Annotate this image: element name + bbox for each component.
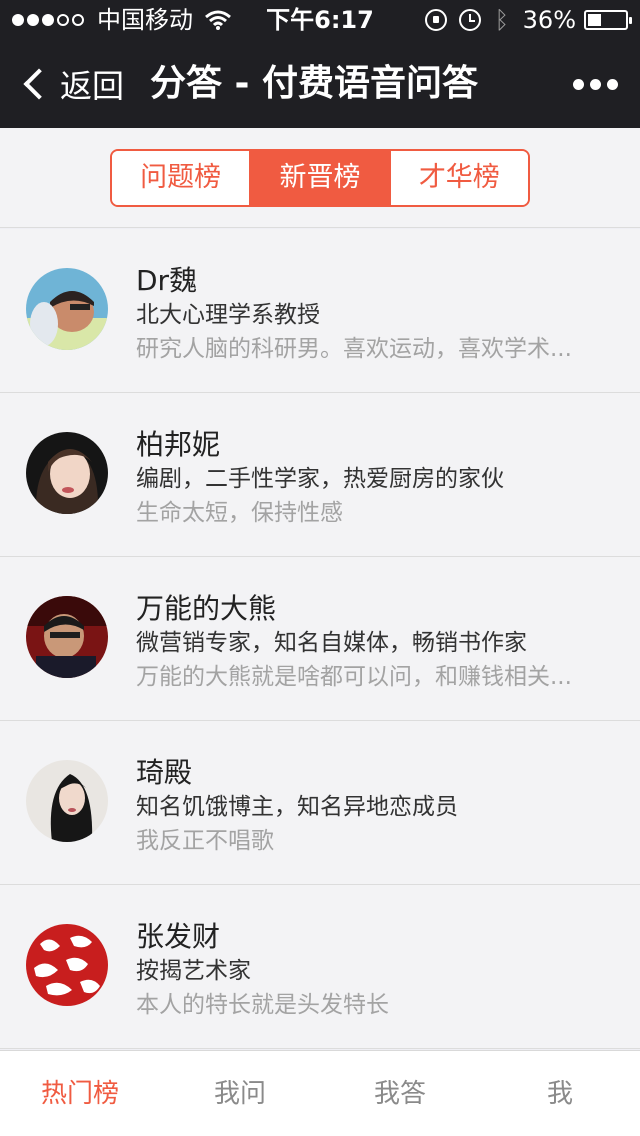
list-item[interactable]: 张发财 按揭艺术家 本人的特长就是头发特长 <box>0 885 640 1049</box>
segment-area: 问题榜 新晋榜 才华榜 <box>0 128 640 228</box>
more-dots-icon <box>573 78 584 90</box>
tab-me[interactable]: 我 <box>480 1051 640 1136</box>
top-bar: 中国移动 下午6:17 ᛒ 36% 返回 分答 - 付费语音问答 <box>0 0 640 128</box>
item-title: 北大心理学系教授 <box>136 302 320 328</box>
item-name: 张发财 <box>136 920 221 953</box>
item-description: 生命太短，保持性感 <box>136 500 343 526</box>
item-name: 柏邦妮 <box>136 428 221 461</box>
more-dots-icon <box>590 78 601 90</box>
more-dots-icon <box>607 78 618 90</box>
avatar-image <box>26 924 108 1006</box>
nav-bar: 返回 分答 - 付费语音问答 <box>0 40 640 128</box>
avatar-image <box>26 760 108 842</box>
avatar <box>26 924 108 1006</box>
avatar <box>26 596 108 678</box>
chevron-left-icon <box>23 68 55 100</box>
ranking-segmented-control: 问题榜 新晋榜 才华榜 <box>110 149 530 207</box>
list-item[interactable]: 柏邦妮 编剧，二手性学家，热爱厨房的家伙 生命太短，保持性感 <box>0 393 640 557</box>
battery-icon <box>584 10 632 30</box>
bluetooth-icon: ᛒ <box>494 6 510 34</box>
tab-hot[interactable]: 热门榜 <box>0 1051 160 1136</box>
avatar <box>26 432 108 514</box>
back-button[interactable]: 返回 <box>20 40 124 128</box>
segment-questions[interactable]: 问题榜 <box>112 151 250 205</box>
alarm-icon <box>458 9 481 31</box>
item-title: 知名饥饿博主，知名异地恋成员 <box>136 794 458 820</box>
item-name: 万能的大熊 <box>136 592 277 625</box>
item-title: 微营销专家，知名自媒体，畅销书作家 <box>136 630 527 656</box>
item-title: 编剧，二手性学家，热爱厨房的家伙 <box>136 466 504 492</box>
back-label: 返回 <box>60 67 125 105</box>
more-button[interactable] <box>567 40 618 128</box>
tab-my-answers[interactable]: 我答 <box>320 1051 480 1136</box>
battery-percent: 36% <box>522 6 576 34</box>
item-description: 我反正不唱歌 <box>136 828 274 854</box>
status-right: ᛒ 36% <box>413 0 632 40</box>
list-item[interactable]: 万能的大熊 微营销专家，知名自媒体，畅销书作家 万能的大熊就是啥都可以问，和赚钱… <box>0 557 640 721</box>
item-description: 万能的大熊就是啥都可以问，和赚钱相关... <box>136 664 572 690</box>
segment-talent[interactable]: 才华榜 <box>388 151 528 205</box>
avatar-image <box>26 432 108 514</box>
avatar-image <box>26 268 108 350</box>
page-title: 分答 - 付费语音问答 <box>150 63 479 104</box>
tab-bar: 热门榜 我问 我答 我 <box>0 1050 640 1136</box>
tab-my-questions[interactable]: 我问 <box>160 1051 320 1136</box>
segment-newcomers[interactable]: 新晋榜 <box>249 151 389 205</box>
battery-fill <box>588 14 601 26</box>
avatar-image <box>26 596 108 678</box>
status-bar: 中国移动 下午6:17 ᛒ 36% <box>0 0 640 40</box>
rotation-lock-icon <box>424 9 447 31</box>
item-description: 本人的特长就是头发特长 <box>136 992 389 1018</box>
item-name: 琦殿 <box>136 756 193 789</box>
item-title: 按揭艺术家 <box>136 958 251 984</box>
avatar <box>26 268 108 350</box>
avatar <box>26 760 108 842</box>
item-description: 研究人脑的科研男。喜欢运动，喜欢学术... <box>136 336 572 362</box>
list-item[interactable]: 琦殿 知名饥饿博主，知名异地恋成员 我反正不唱歌 <box>0 721 640 885</box>
list-item[interactable]: Dr魏 北大心理学系教授 研究人脑的科研男。喜欢运动，喜欢学术... <box>0 229 640 393</box>
expert-list: Dr魏 北大心理学系教授 研究人脑的科研男。喜欢运动，喜欢学术... 柏邦妮 编… <box>0 229 640 1049</box>
item-name: Dr魏 <box>136 264 198 297</box>
